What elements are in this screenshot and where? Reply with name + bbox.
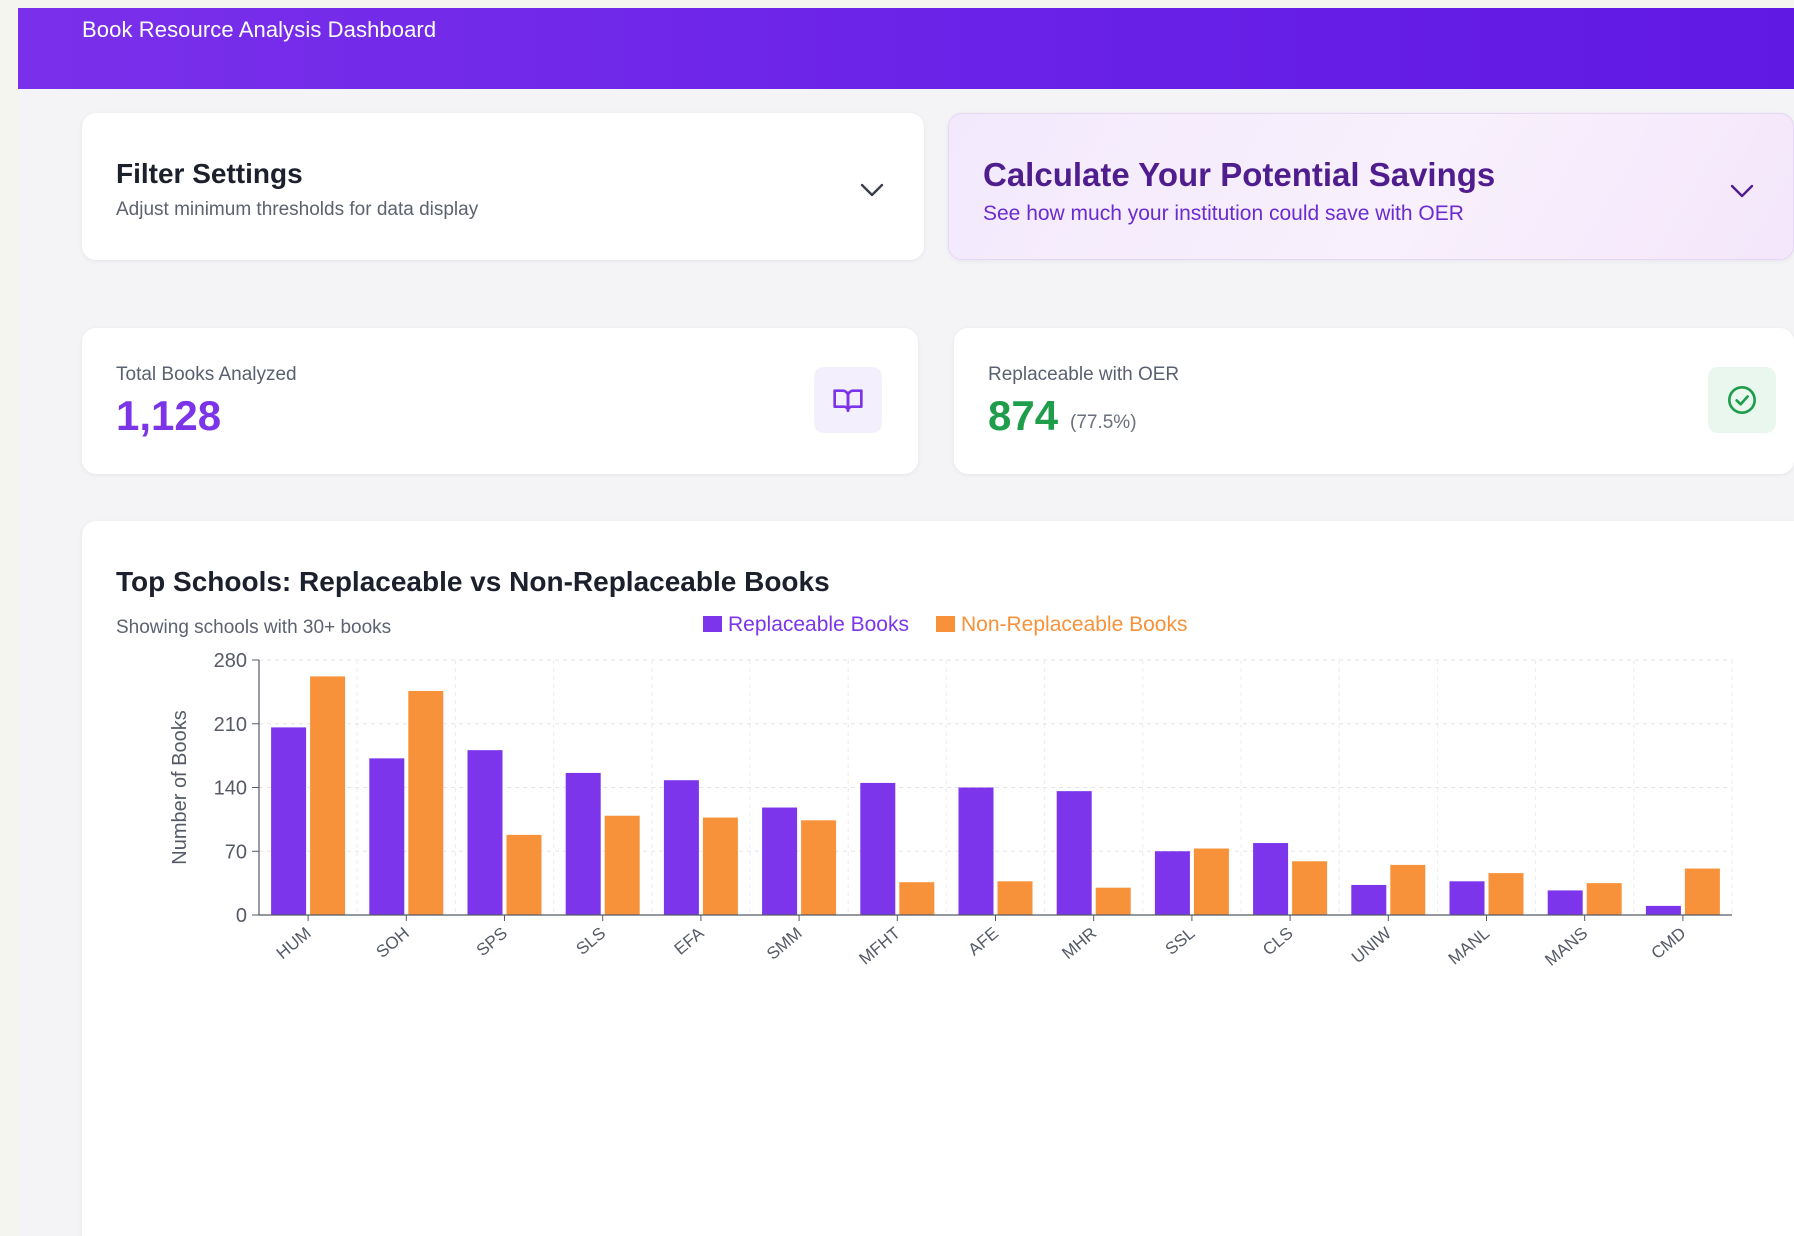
- bar-non-replaceable: [997, 881, 1033, 915]
- x-tick-label: SPS: [473, 924, 511, 960]
- bar-non-replaceable: [310, 676, 346, 915]
- bar-non-replaceable: [1488, 873, 1524, 915]
- x-tick-label: EFA: [671, 923, 708, 959]
- bar-replaceable: [1154, 851, 1190, 915]
- bar-non-replaceable: [408, 690, 444, 915]
- replaceable-books-value: 874: [988, 392, 1059, 439]
- bar-non-replaceable: [1193, 848, 1229, 915]
- x-tick-label: SOH: [372, 924, 412, 962]
- x-tick-label: SLS: [572, 924, 609, 959]
- x-tick-label: SSL: [1162, 924, 1199, 959]
- bar-replaceable: [762, 807, 798, 915]
- bar-replaceable: [1056, 791, 1092, 915]
- bar-non-replaceable: [506, 834, 542, 915]
- chevron-down-icon[interactable]: [857, 180, 887, 200]
- bar-replaceable: [860, 782, 896, 915]
- savings-title: Calculate Your Potential Savings: [983, 156, 1496, 193]
- bar-replaceable: [1449, 881, 1485, 915]
- total-books-card: Total Books Analyzed 1,128: [82, 328, 918, 474]
- x-tick-label: MANL: [1445, 924, 1493, 969]
- bar-replaceable: [1253, 843, 1289, 915]
- bar-replaceable: [467, 750, 503, 915]
- bar-replaceable: [271, 727, 307, 915]
- page-title: Book Resource Analysis Dashboard: [82, 17, 437, 42]
- bar-chart: 0 70 140 210 280 HUM SOH SPS SLS EFA SMM MFHT AFE MHR…: [169, 613, 1733, 970]
- total-books-value: 1,128: [116, 392, 222, 439]
- bar-non-replaceable: [801, 820, 837, 915]
- legend-swatch-non-replaceable: [936, 616, 955, 632]
- y-axis-label: Number of Books: [169, 710, 191, 865]
- check-circle-icon: [1708, 367, 1776, 433]
- savings-calculator-panel[interactable]: Calculate Your Potential Savings See how…: [948, 113, 1794, 260]
- book-open-icon: [814, 367, 882, 433]
- bar-replaceable: [1547, 890, 1583, 915]
- total-books-label: Total Books Analyzed: [116, 364, 297, 385]
- replaceable-books-label: Replaceable with OER: [988, 364, 1180, 385]
- y-tick-label: 0: [236, 905, 247, 927]
- bar-replaceable: [1351, 884, 1387, 915]
- y-tick-label: 70: [225, 841, 247, 863]
- y-tick-label: 280: [214, 650, 247, 672]
- legend-label-non-replaceable: Non-Replaceable Books: [961, 613, 1187, 636]
- replaceable-books-percent: (77.5%): [1070, 412, 1137, 433]
- x-tick-label: CMD: [1648, 924, 1690, 963]
- schools-chart-card: Top Schools: Replaceable vs Non-Replacea…: [82, 521, 1794, 1236]
- header-bar: Book Resource Analysis Dashboard: [18, 8, 1794, 89]
- x-tick-label: AFE: [965, 924, 1003, 960]
- savings-subtitle: See how much your institution could save…: [983, 202, 1464, 225]
- filter-settings-subtitle: Adjust minimum thresholds for data displ…: [116, 199, 479, 220]
- bar-non-replaceable: [1390, 864, 1426, 915]
- x-tick-label: UNIW: [1348, 924, 1395, 968]
- y-tick-label: 210: [214, 714, 247, 736]
- bar-non-replaceable: [899, 882, 935, 915]
- filter-settings-panel[interactable]: Filter Settings Adjust minimum threshold…: [82, 113, 924, 260]
- replaceable-books-card: Replaceable with OER 874 (77.5%): [954, 328, 1794, 474]
- bar-non-replaceable: [702, 817, 738, 915]
- bar-non-replaceable: [1684, 868, 1720, 915]
- x-tick-label: CLS: [1259, 924, 1297, 960]
- bar-non-replaceable: [1292, 861, 1328, 915]
- y-tick-label: 140: [214, 778, 247, 800]
- chevron-down-icon[interactable]: [1727, 181, 1757, 201]
- dashboard-app: Book Resource Analysis Dashboard Filter …: [18, 8, 1794, 1236]
- bar-replaceable: [369, 758, 405, 915]
- bar-replaceable: [1645, 905, 1681, 915]
- bar-non-replaceable: [1586, 883, 1622, 915]
- bar-non-replaceable: [1095, 887, 1131, 915]
- bar-non-replaceable: [604, 815, 640, 915]
- x-tick-label: MANS: [1541, 924, 1591, 970]
- x-tick-label: MHR: [1058, 924, 1100, 963]
- bar-replaceable: [958, 787, 994, 915]
- x-tick-label: HUM: [273, 924, 315, 963]
- legend-swatch-replaceable: [703, 616, 722, 632]
- filter-settings-title: Filter Settings: [116, 158, 303, 189]
- x-tick-label: MFHT: [855, 924, 903, 969]
- x-tick-label: SMM: [763, 924, 806, 964]
- legend-label-replaceable: Replaceable Books: [728, 613, 909, 636]
- bar-replaceable: [663, 780, 699, 915]
- bar-replaceable: [565, 772, 601, 915]
